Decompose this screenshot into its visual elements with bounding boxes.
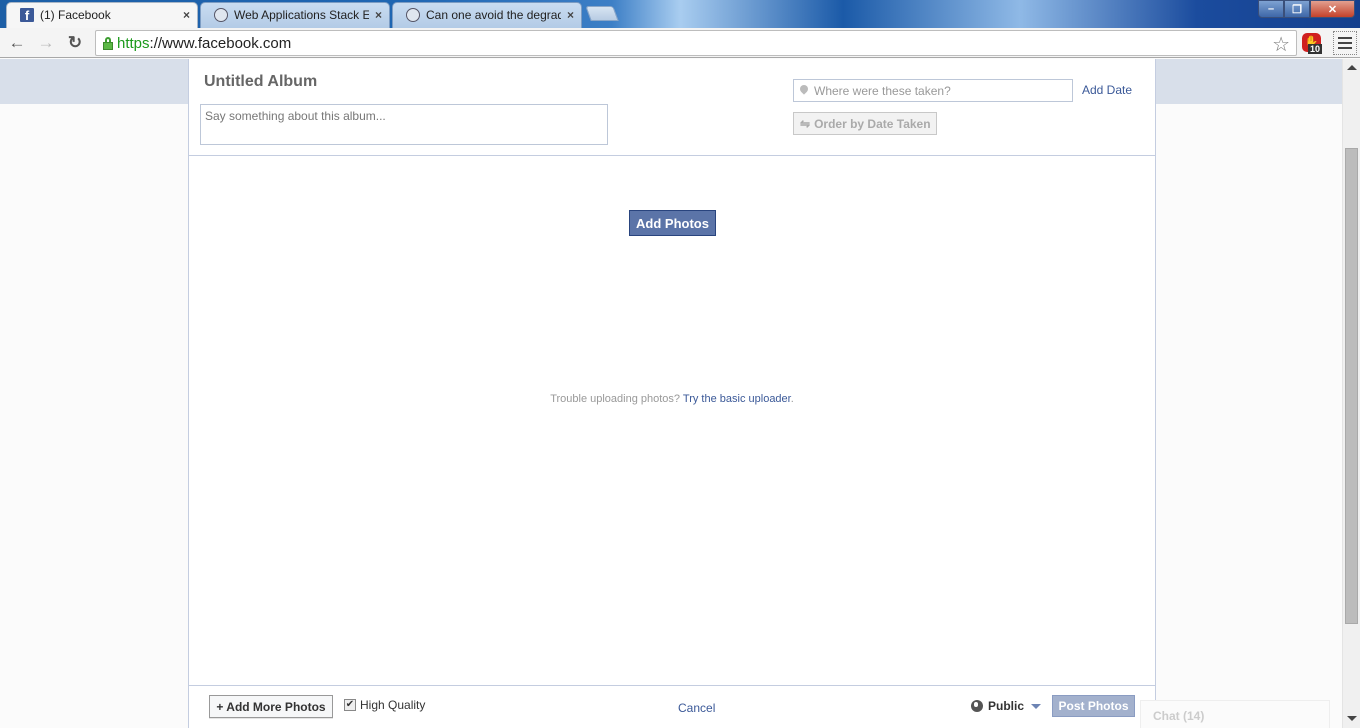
album-title[interactable]: Untitled Album	[204, 73, 317, 91]
privacy-label: Public	[988, 699, 1025, 713]
tab-close-icon[interactable]: ×	[567, 8, 574, 22]
trailing-period: .	[790, 393, 794, 405]
facebook-icon: f	[20, 8, 34, 23]
close-window-button[interactable]: ✕	[1310, 0, 1355, 18]
window-controls: – ❐ ✕	[1258, 0, 1355, 18]
swap-icon: ⇋	[800, 116, 811, 131]
location-pin-icon	[800, 85, 809, 96]
location-input[interactable]: Where were these taken?	[793, 79, 1073, 102]
lock-icon	[103, 36, 113, 50]
order-by-date-button[interactable]: ⇋ Order by Date Taken	[793, 112, 937, 135]
address-bar[interactable]: https://www.facebook.com ☆	[95, 30, 1297, 56]
forward-button[interactable]: →	[36, 33, 56, 53]
basic-uploader-link[interactable]: Try the basic uploader	[683, 393, 791, 405]
location-placeholder: Where were these taken?	[814, 83, 951, 98]
cloud-icon	[406, 8, 420, 22]
add-date-link[interactable]: Add Date	[1082, 83, 1132, 97]
album-description-input[interactable]: Say something about this album...	[200, 104, 608, 145]
caret-down-icon	[1031, 703, 1042, 709]
reload-button[interactable]: ↻	[65, 33, 85, 53]
add-more-photos-button[interactable]: + Add More Photos	[209, 695, 333, 718]
new-tab-button[interactable]	[585, 6, 619, 21]
minimize-button[interactable]: –	[1258, 0, 1284, 18]
browser-toolbar: ← → ↻ https://www.facebook.com ☆ ✋ 10	[0, 28, 1360, 58]
url-text: https://www.facebook.com	[117, 34, 292, 52]
dialog-footer: + Add More Photos ✔ High Quality Cancel …	[189, 685, 1155, 728]
add-photos-button[interactable]: Add Photos	[629, 210, 716, 236]
scroll-thumb[interactable]	[1345, 148, 1358, 624]
browser-titlebar: f (1) Facebook × Web Applications Stack …	[0, 0, 1360, 28]
extension-badge: 10	[1308, 44, 1323, 54]
globe-icon	[971, 700, 983, 712]
cancel-link[interactable]: Cancel	[678, 701, 715, 715]
create-album-dialog: Untitled Album Say something about this …	[188, 59, 1156, 728]
tab-can-one-avoid[interactable]: Can one avoid the degrad ×	[392, 2, 582, 28]
bookmark-star-icon[interactable]: ☆	[1272, 32, 1290, 57]
cloud-icon	[214, 8, 228, 22]
trouble-text: Trouble uploading photos?	[550, 393, 681, 405]
trouble-uploading-text: Trouble uploading photos? Try the basic …	[189, 393, 1155, 405]
tab-title: Web Applications Stack Ex	[234, 8, 369, 22]
back-button[interactable]: ←	[7, 33, 27, 53]
scroll-up-arrow-icon[interactable]	[1347, 65, 1357, 70]
tab-title: (1) Facebook	[40, 8, 111, 22]
high-quality-label[interactable]: High Quality	[360, 698, 425, 712]
maximize-button[interactable]: ❐	[1284, 0, 1310, 18]
high-quality-checkbox[interactable]: ✔	[344, 699, 356, 711]
album-details: Untitled Album Say something about this …	[189, 59, 1155, 156]
privacy-selector[interactable]: Public	[971, 699, 1042, 713]
post-photos-button[interactable]: Post Photos	[1052, 695, 1135, 717]
page: Untitled Album Say something about this …	[0, 59, 1342, 728]
tab-close-icon[interactable]: ×	[375, 8, 382, 22]
order-label: Order by Date Taken	[814, 116, 931, 131]
tab-close-icon[interactable]: ×	[183, 8, 190, 22]
tab-web-applications[interactable]: Web Applications Stack Ex ×	[200, 2, 390, 28]
scroll-down-arrow-icon[interactable]	[1347, 716, 1357, 721]
browser-menu-icon[interactable]	[1333, 31, 1357, 55]
tab-facebook[interactable]: f (1) Facebook ×	[6, 2, 198, 28]
tab-title: Can one avoid the degrad	[426, 8, 561, 22]
chat-sidebar-tab[interactable]: Chat (14)	[1140, 700, 1330, 728]
page-scrollbar[interactable]	[1342, 59, 1360, 728]
